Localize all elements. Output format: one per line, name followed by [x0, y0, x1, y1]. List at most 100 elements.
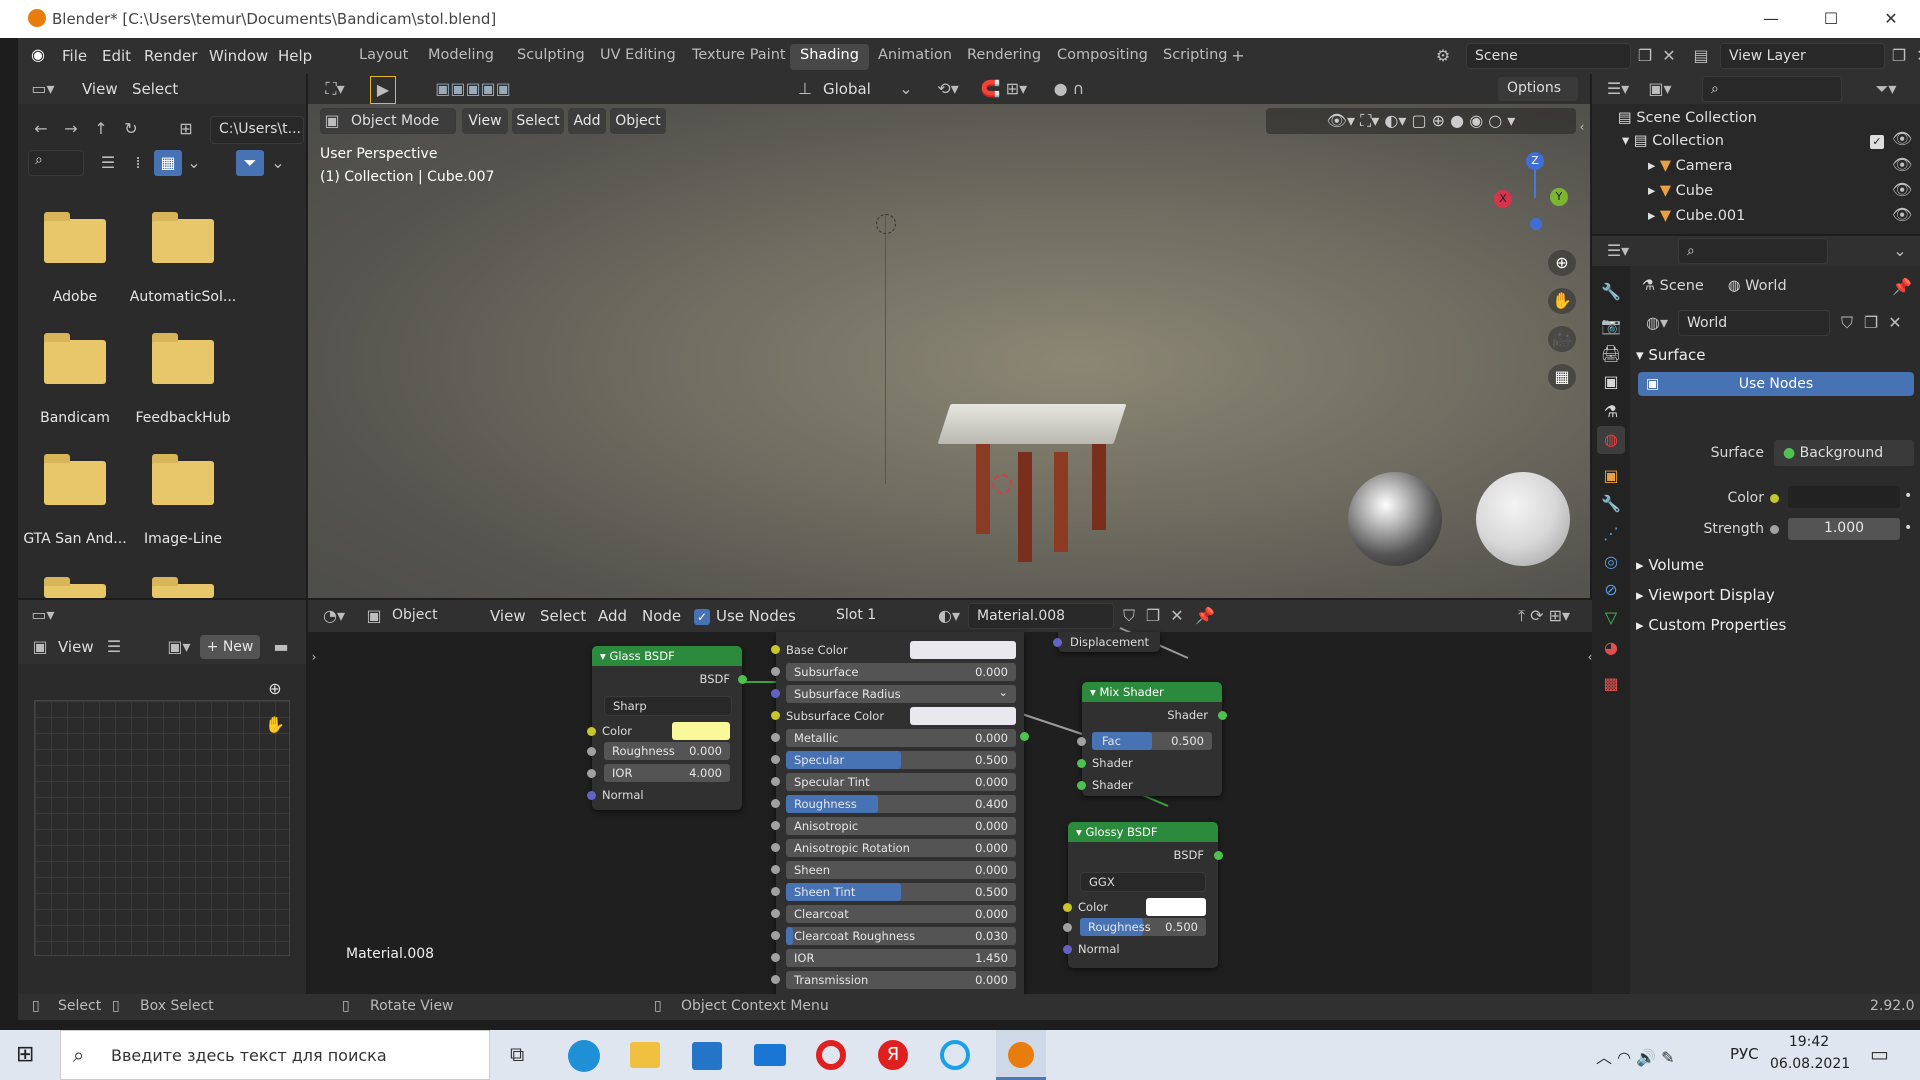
object-tab-icon[interactable]: ▣	[1597, 462, 1625, 490]
principled-input-socket[interactable]	[771, 755, 780, 764]
mix-fac-slider[interactable]: Fac 0.500	[1092, 732, 1212, 750]
world-tab-icon[interactable]: ◍	[1597, 426, 1625, 454]
hand-pan-icon[interactable]: ✋	[262, 712, 288, 738]
principled-row[interactable]: Subsurface 0.000	[771, 662, 1024, 684]
principled-row[interactable]: Specular Tint 0.000	[771, 772, 1024, 794]
surface-shader-field[interactable]: ● Background	[1774, 440, 1914, 466]
chevron-down-icon[interactable]: ⌄	[1890, 238, 1910, 264]
new-scene-icon[interactable]: ❐	[1634, 43, 1656, 69]
tab-scripting[interactable]: Scripting	[1153, 44, 1237, 70]
tab-compositing[interactable]: Compositing	[1047, 44, 1158, 70]
principled-row[interactable]: Anisotropic 0.000	[771, 816, 1024, 838]
hamburger-icon[interactable]: ☰	[102, 634, 126, 660]
zoom-icon[interactable]: ⊕	[1548, 250, 1576, 276]
glass-distribution-dropdown[interactable]: Sharp	[604, 696, 732, 716]
outliner-search-field[interactable]: ⌕	[1702, 76, 1842, 102]
menu-render[interactable]: Render	[144, 47, 197, 65]
world-color-swatch[interactable]	[1788, 486, 1900, 508]
principled-row[interactable]: Subsurface Color	[771, 706, 1024, 728]
glass-roughness-socket[interactable]	[587, 747, 596, 756]
material-output-node[interactable]: Displacement	[1053, 632, 1160, 652]
eye-icon[interactable]: 👁	[1892, 126, 1912, 152]
taskbar-search-box[interactable]: ⌕ Введите здесь текст для поиска	[60, 1030, 490, 1080]
principled-input-socket[interactable]	[771, 689, 780, 698]
x-axis-icon[interactable]: X	[1494, 190, 1512, 208]
principled-slider[interactable]: Clearcoat 0.000	[786, 905, 1016, 923]
principled-row[interactable]: IOR 1.450	[771, 948, 1024, 970]
principled-row[interactable]: Transmission 0.000	[771, 970, 1024, 992]
editor-type-icon[interactable]: ⛶▾	[318, 76, 352, 102]
list-horizontal-icon[interactable]: ⁞	[124, 150, 152, 176]
principled-input-socket[interactable]	[771, 865, 780, 874]
mix-shader2-socket[interactable]	[1077, 781, 1086, 790]
principled-input-socket[interactable]	[771, 843, 780, 852]
viewport-menu-add[interactable]: Add	[568, 108, 606, 134]
light-object-icon[interactable]	[876, 214, 896, 234]
principled-bsdf-output-socket[interactable]	[1020, 732, 1029, 741]
fake-user-shield-icon[interactable]: ⛉	[1836, 310, 1858, 336]
add-workspace-icon[interactable]: +	[1226, 43, 1250, 69]
displacement-socket[interactable]	[1053, 638, 1062, 647]
texture-tab-icon[interactable]: ▩	[1597, 670, 1625, 698]
surface-panel-header[interactable]: ▾ Surface	[1636, 346, 1705, 364]
principled-input-socket[interactable]	[771, 975, 780, 984]
3d-cursor-icon[interactable]	[992, 474, 1012, 494]
principled-row[interactable]: Clearcoat Roughness 0.030	[771, 926, 1024, 948]
principled-input-socket[interactable]	[771, 887, 780, 896]
y-axis-icon[interactable]: Y	[1550, 188, 1568, 206]
tab-layout[interactable]: Layout	[349, 44, 418, 70]
editor-type-icon[interactable]: ▭▾	[28, 76, 58, 102]
properties-search-field[interactable]: ⌕	[1678, 238, 1828, 264]
outliner-item-camera[interactable]: ▸ ▼ Camera	[1648, 158, 1733, 174]
principled-slider[interactable]: Transmission 0.000	[786, 971, 1016, 989]
glass-color-swatch[interactable]	[672, 722, 730, 740]
thumbnails-icon[interactable]: ▦	[154, 150, 182, 176]
hand-pan-icon[interactable]: ✋	[1548, 288, 1576, 314]
mix-shader-node[interactable]: ▾ Mix Shader Shader Fac 0.500 Shader Shad…	[1077, 682, 1227, 796]
minimize-button[interactable]: —	[1756, 6, 1786, 32]
principled-input-socket[interactable]	[771, 711, 780, 720]
fb-menu-view[interactable]: View	[82, 80, 118, 98]
back-icon[interactable]: ←	[28, 116, 54, 142]
language-indicator[interactable]: РУС	[1730, 1045, 1759, 1063]
menu-file[interactable]: File	[62, 47, 87, 65]
display-mode-icon[interactable]: ▣▾	[1642, 76, 1678, 102]
principled-slider[interactable]: IOR 1.450	[786, 949, 1016, 967]
principled-slider[interactable]: Specular 0.500	[786, 751, 1016, 769]
table-top[interactable]	[937, 404, 1127, 444]
principled-row[interactable]: Subsurface Radius ⌄	[771, 684, 1024, 706]
parent-dir-icon[interactable]: ↑	[88, 116, 114, 142]
menu-help[interactable]: Help	[278, 47, 312, 65]
principled-row[interactable]: Metallic 0.000	[771, 728, 1024, 750]
output-tab-icon[interactable]: 🖨	[1597, 340, 1625, 368]
principled-slider[interactable]: Clearcoat Roughness 0.030	[786, 927, 1016, 945]
glossy-distribution-dropdown[interactable]: GGX	[1080, 872, 1206, 892]
unlink-world-icon[interactable]: ✕	[1884, 310, 1906, 336]
modifier-tab-icon[interactable]: 🔧	[1597, 490, 1625, 518]
viewport-menu-select[interactable]: Select	[512, 108, 564, 134]
tab-animation[interactable]: Animation	[868, 44, 962, 70]
clock-date[interactable]: 06.08.2021	[1770, 1056, 1850, 1072]
viewport-menu-object[interactable]: Object	[610, 108, 666, 134]
outliner-item-collection[interactable]: ▾ ▤ Collection	[1622, 133, 1724, 149]
proportional-edit-icon[interactable]: ● ∩	[1044, 76, 1094, 102]
view-layer-selector[interactable]: View Layer	[1720, 43, 1885, 69]
select-mode-icons[interactable]: ▣▣▣▣▣	[418, 76, 528, 102]
render-tab-icon[interactable]: 📷	[1597, 312, 1625, 340]
menu-edit[interactable]: Edit	[102, 47, 131, 65]
sidebar-toggle-chevron-icon[interactable]: ‹	[1576, 114, 1588, 140]
glossy-bsdf-node[interactable]: ▾ Glossy BSDF BSDF GGX Color Roughness 0.…	[1063, 822, 1223, 968]
principled-row[interactable]: Base Color	[771, 640, 1024, 662]
principled-input-socket[interactable]	[771, 909, 780, 918]
glass-ior-slider[interactable]: IOR 4.000	[604, 764, 730, 782]
navigation-gizmo[interactable]: Z Y X	[1490, 148, 1580, 238]
principled-slider[interactable]: Anisotropic Rotation 0.000	[786, 839, 1016, 857]
ie-menu-view[interactable]: View	[58, 638, 94, 656]
principled-input-socket[interactable]	[771, 953, 780, 962]
new-view-layer-icon[interactable]: ❐	[1888, 43, 1910, 69]
use-nodes-button[interactable]: ▣ Use Nodes	[1638, 372, 1914, 396]
clock-time[interactable]: 19:42	[1778, 1034, 1840, 1050]
tab-texture-paint[interactable]: Texture Paint	[682, 44, 796, 70]
glass-color-socket[interactable]	[587, 727, 596, 736]
data-tab-icon[interactable]: ▽	[1597, 604, 1625, 632]
